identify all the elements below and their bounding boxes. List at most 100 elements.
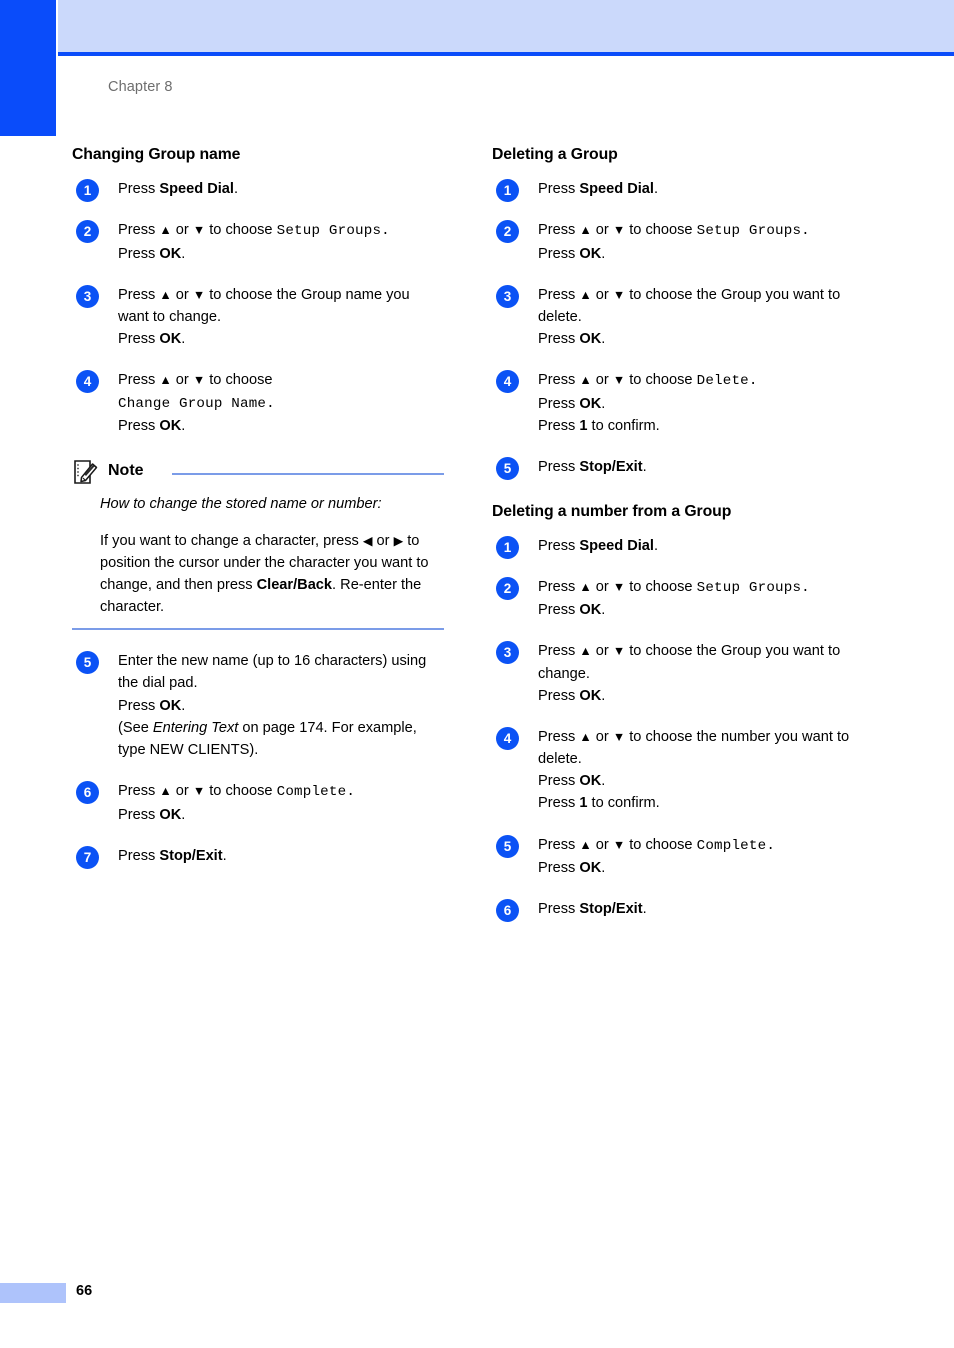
arrow-key-icon: ▼ [192,784,206,799]
arrow-key-icon: ▲ [159,223,172,238]
text-run: . [601,396,606,413]
numbered-step: 5 Press ▲ or ▼ to choose Complete. Press O… [492,834,864,880]
text-run: Press [118,418,160,435]
step-number-badge: 5 [496,834,519,858]
numbered-step: 4 Press ▲ or ▼ to choose the number you w… [492,726,864,815]
note-paragraph: How to change the stored name or number: [100,493,440,515]
step-number-badge: 3 [496,284,519,308]
text-run: Press [538,222,580,239]
text-run: Press [538,795,580,812]
text-run: to choose [625,372,697,389]
arrow-key-icon: ▲ [579,729,592,744]
numbered-step: 1 Press Speed Dial. [492,535,864,559]
bold-key-label: Stop/Exit [579,459,643,476]
step-number-badge: 1 [496,535,519,559]
lcd-message-text: Change Group Name. [118,395,275,412]
text-run: to choose [205,783,277,800]
numbered-step: 5 Press Stop/Exit. [492,456,864,481]
text-run: Press [118,222,160,239]
step-number-badge: 2 [496,220,519,244]
text-run: to choose [205,372,273,389]
text-run: . [181,418,186,435]
arrow-key-icon: ▼ [192,223,206,238]
numbered-step: 2 Press ▲ or ▼ to choose Setup Groups. Pre… [72,219,444,265]
numbered-step: 3 Press ▲ or ▼ to choose the Group name y… [72,284,444,351]
step-line: Press Stop/Exit. [118,845,444,867]
text-run: or [372,532,394,549]
arrow-key-icon: ▶ [393,533,404,548]
step-line: Press OK. [538,770,864,792]
left-column: Changing Group name 1 Press Speed Dial. 2 P… [72,146,444,869]
section-changing-group-name: Changing Group name 1 Press Speed Dial. 2 P… [72,146,444,869]
arrow-key-icon: ▼ [192,373,206,388]
arrow-key-icon: ▲ [579,287,592,302]
text-run: Press [538,773,580,790]
step-number-badge: 1 [496,179,519,202]
bold-key-label: OK [579,331,602,348]
step-number-badge: 6 [496,899,519,923]
text-run: or [591,643,613,660]
bold-key-label: OK [579,602,602,619]
lcd-message-text: Setup Groups. [696,579,810,596]
chapter-tab-marker [0,0,56,136]
step-line: Press ▲ or ▼ to choose Setup Groups. [538,576,864,600]
step-line: Press OK. [118,243,444,265]
note-top-divider [172,473,444,476]
text-run: Press [118,331,160,348]
text-run: or [591,728,613,745]
step-number-badge: 3 [76,284,99,308]
document-page: Chapter 8 Changing Group name 1 Press Spe… [0,0,954,1348]
numbered-step: 7 Press Stop/Exit. [72,845,444,869]
step-number-badge: 2 [76,220,99,244]
text-run: or [171,222,193,239]
step-line: Press ▲ or ▼ to choose the Group you wan… [538,640,864,684]
header-band [58,0,954,52]
bold-key-label: OK [579,396,602,413]
step-line: Press Stop/Exit. [538,456,864,478]
text-run: If you want to change a character, press [100,532,363,549]
bold-key-label: OK [579,773,602,790]
steps-list: 1 Press Speed Dial. 2 Press ▲ or ▼ to choos… [492,535,864,923]
arrow-key-icon: ▲ [579,579,592,594]
text-run: to choose [625,836,697,853]
header-rule [58,52,954,56]
bold-key-label: Stop/Exit [159,847,223,864]
text-run: Press [538,331,580,348]
arrow-key-icon: ▼ [612,373,626,388]
bold-key-label: OK [579,860,602,877]
step-line: Press OK. [538,393,864,415]
lcd-message-text: Setup Groups. [276,223,390,240]
step-line: Press ▲ or ▼ to choose Setup Groups. [118,219,444,243]
numbered-step: 6 Press Stop/Exit. [492,898,864,923]
bold-key-label: OK [159,331,182,348]
text-run: to choose [205,222,277,239]
step-line: Press OK. [538,685,864,707]
text-run: . [601,773,606,790]
text-run: . [233,181,239,197]
text-run: . [642,459,647,476]
arrow-key-icon: ▲ [579,837,592,852]
lcd-message-text: Delete. [696,373,758,390]
text-run: or [591,836,613,853]
step-number-badge: 5 [496,457,519,481]
text-run: or [591,286,613,303]
text-run: . [642,901,647,918]
step-line: Press Speed Dial. [538,178,864,200]
bold-key-label: Stop/Exit [579,901,643,918]
numbered-step: 1 Press Speed Dial. [492,178,864,202]
bold-key-label: Speed Dial [579,537,654,554]
note-bottom-divider [72,628,444,631]
arrow-key-icon: ▲ [579,223,592,238]
numbered-step: 3 Press ▲ or ▼ to choose the Group you wa… [492,284,864,351]
bold-key-label: OK [579,687,602,704]
arrow-key-icon: ▼ [612,287,626,302]
arrow-key-icon: ▼ [612,644,626,659]
numbered-step: 1 Press Speed Dial. [72,178,444,202]
text-run: Press [538,578,580,595]
arrow-key-icon: ▲ [579,373,592,388]
text-run: or [591,372,613,389]
numbered-step: 3 Press ▲ or ▼ to choose the Group you wa… [492,640,864,707]
numbered-step: 4 Press ▲ or ▼ to choose Delete. Press OK.… [492,369,864,437]
text-run: . [181,331,186,348]
step-line: Enter the new name (up to 16 characters)… [118,650,444,694]
